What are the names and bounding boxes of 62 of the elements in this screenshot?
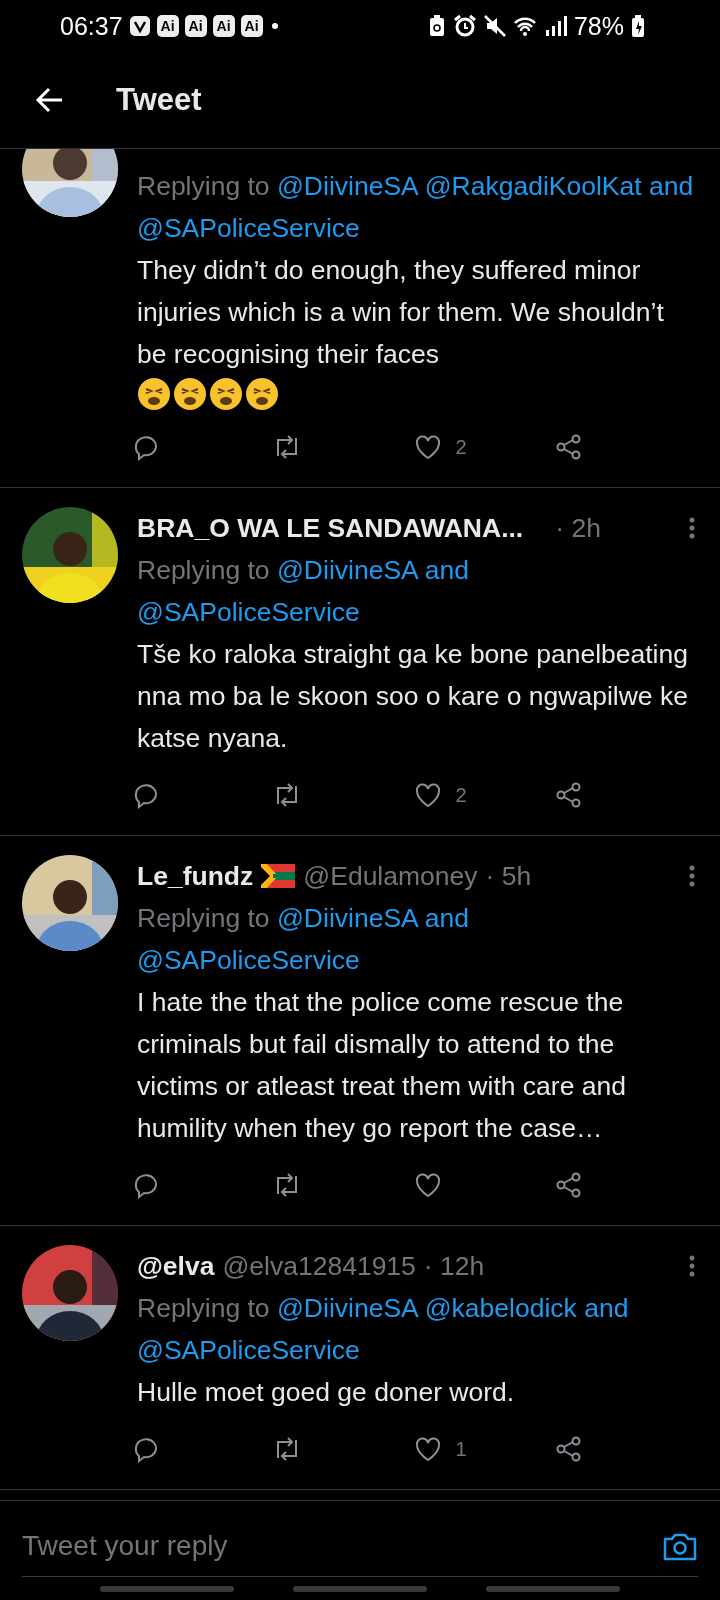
tweet-time: · 12h [423,1250,485,1283]
reply-context: Replying to @DiivineSA and @SAPoliceService [137,902,470,977]
nav-handle[interactable] [486,1586,621,1592]
user-handle: @Edulamoney [303,860,478,893]
mention-link[interactable]: @DiivineSA [276,555,418,585]
more-options-icon[interactable] [688,864,696,888]
mute-icon [482,14,507,38]
tired-face-emoji-icon [137,377,171,411]
reply-field[interactable]: Tweet your reply [22,1529,662,1562]
tweet-text: They didn’t do enough, they suffered minor injuries which is a win for them. We shouldn’t be recognising their faces [137,254,665,371]
tweet-text: Hulle moet goed ge doner word. [137,1376,516,1409]
reply-context: Replying to @DiivineSA @kabelodick and @SAPoliceService [137,1292,630,1367]
mention-link[interactable]: @DiivineSA [276,1293,418,1323]
mention-link[interactable]: @kabelodick [424,1293,577,1323]
heart-icon[interactable] [413,1435,442,1463]
nav-handle[interactable] [293,1586,427,1592]
clock-time: 06:37 [60,11,123,41]
user-name: Le_fundz [137,860,254,893]
app-label-icon: Ai [240,15,263,37]
share-icon[interactable] [554,781,583,809]
alarm-icon [452,14,477,38]
more-options-icon[interactable] [688,1254,696,1278]
tired-face-emoji-icon [173,377,207,411]
mention-link[interactable]: @SAPoliceService [137,1335,360,1365]
mention-link[interactable]: @SAPoliceService [137,213,360,243]
share-icon[interactable] [554,1435,583,1463]
like-count: 1 [455,1437,467,1462]
nav-handle[interactable] [99,1586,234,1592]
tweet-time: · 2h [555,512,601,545]
share-icon[interactable] [554,433,583,461]
battery-icon [630,14,646,38]
mention-link[interactable]: @RakgadiKoolKat [424,171,642,201]
battery-percentage: 78% [573,11,624,41]
back-arrow-icon[interactable] [34,85,64,115]
app-label-icon: Ai [184,15,207,37]
mention-link[interactable]: @DiivineSA [276,171,418,201]
app-logo-icon [128,15,151,37]
tweet-time: · 5h [485,860,532,893]
mention-link[interactable]: @SAPoliceService [137,945,360,975]
reply-context: Replying to @DiivineSA and @SAPoliceService [137,554,470,629]
share-icon[interactable] [554,1171,583,1199]
more-options-icon[interactable] [688,516,696,540]
heart-icon[interactable] [413,433,442,461]
reply-context: Replying to @DiivineSA @RakgadiKoolKat and @SAPoliceService [137,170,695,245]
app-label-icon: Ai [212,15,235,37]
user-name: BRA_O WA LE SANDAWANA... [137,512,524,545]
user-name: @elva [137,1250,215,1283]
heart-icon[interactable] [413,781,442,809]
tweet-text: Tše ko raloka straight ga ke bone panelbeating nna mo ba le skoon soo o kare o ngwapilwe ke katse nyana. [137,638,689,755]
page-title: Tweet [116,82,202,118]
user-handle: @elva12841915 [222,1250,416,1283]
tweet-text: I hate the that the police come rescue the criminals but fail dismally to attend to the victims or atleast treat them with care and humility when they go report the case… [137,986,627,1145]
heart-icon[interactable] [413,1171,442,1199]
like-count: 2 [455,435,467,460]
tired-face-emoji-icon [209,377,243,411]
flag-icon [261,862,296,890]
mention-link[interactable]: @SAPoliceService [137,597,360,627]
like-count: 2 [455,783,467,808]
tired-face-emoji-icon [245,377,279,411]
mention-link[interactable]: @DiivineSA [276,903,418,933]
signal-icon [544,14,568,38]
app-label-icon: Ai [156,15,179,37]
